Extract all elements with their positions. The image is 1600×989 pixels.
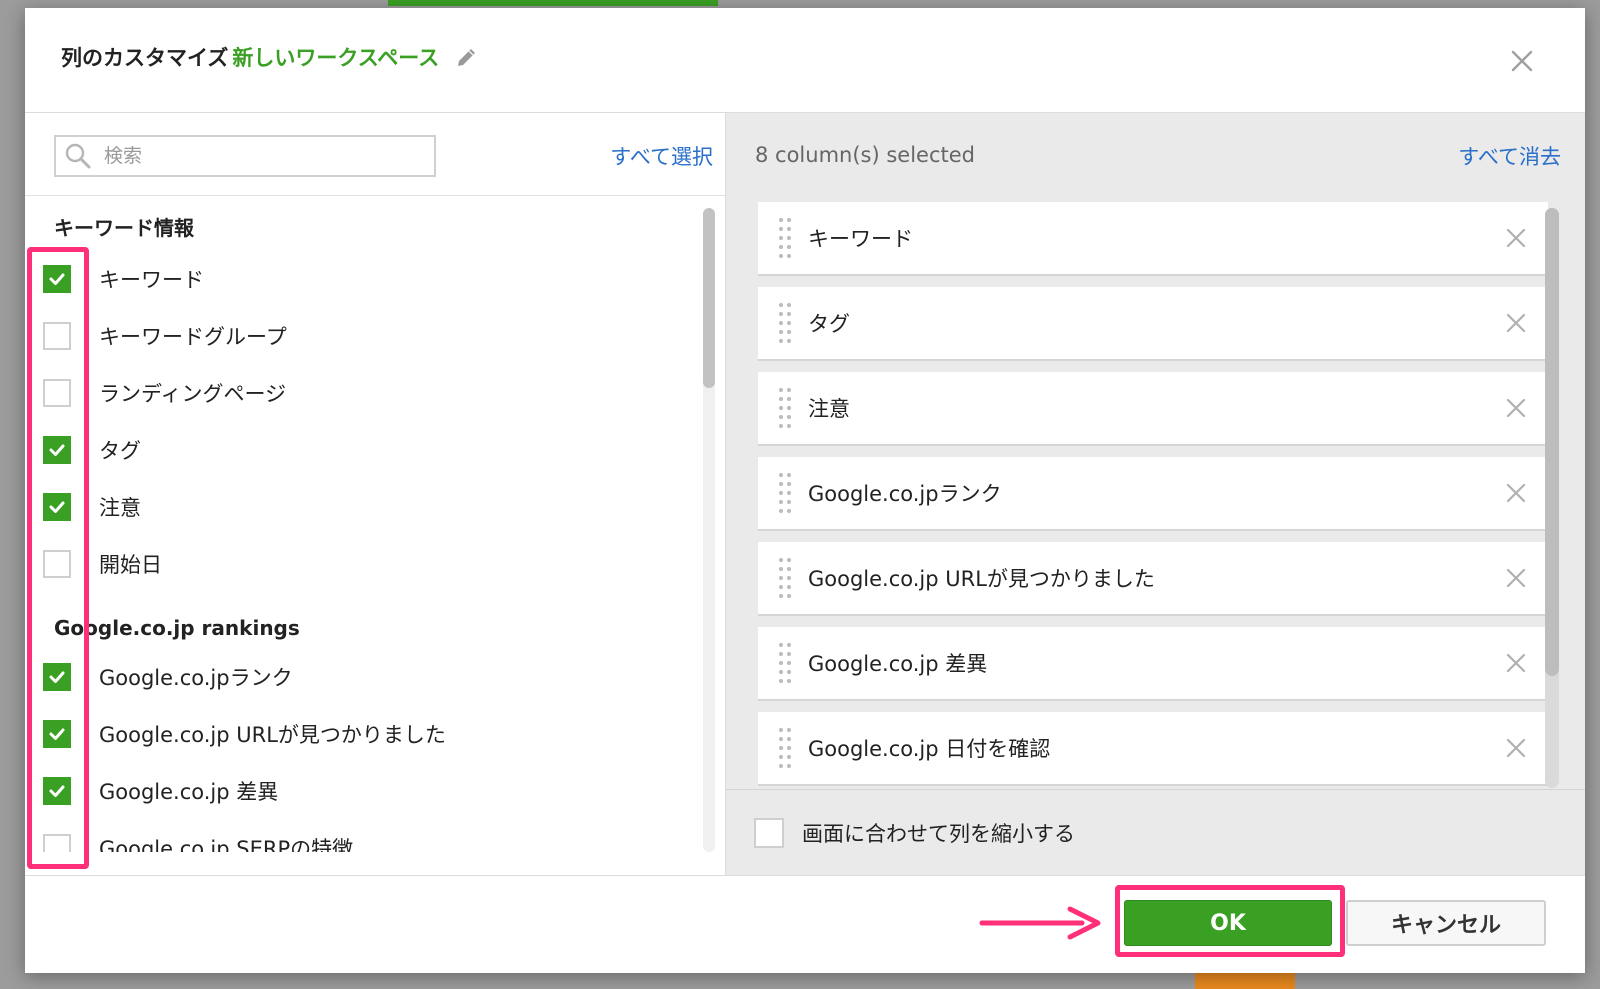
background-active-tab [388, 0, 718, 6]
cancel-button[interactable]: キャンセル [1346, 900, 1546, 946]
selected-column-label: Google.co.jpランク [808, 482, 1002, 506]
group-header: Google.co.jp rankings [54, 616, 300, 640]
column-option[interactable]: タグ [43, 430, 141, 470]
workspace-name[interactable]: 新しいワークスペース [232, 42, 439, 72]
checkbox[interactable] [43, 720, 71, 748]
checkmark-icon [49, 444, 65, 456]
selected-column-item[interactable]: Google.co.jpランク [758, 457, 1548, 529]
checkmark-icon [49, 785, 65, 797]
drag-handle-icon[interactable] [778, 471, 792, 515]
checkmark-icon [49, 671, 65, 683]
drag-handle-icon[interactable] [778, 386, 792, 430]
remove-icon[interactable] [1504, 226, 1528, 250]
remove-icon[interactable] [1504, 736, 1528, 760]
checkbox[interactable] [43, 379, 71, 407]
column-option-label: Google.co.jpランク [99, 666, 293, 690]
select-all-link[interactable]: すべて選択 [610, 141, 713, 171]
pencil-icon[interactable] [455, 45, 479, 69]
column-option-label: ランディングページ [99, 382, 287, 406]
selected-column-item[interactable]: Google.co.jp 日付を確認 [758, 712, 1548, 784]
dialog-header: 列のカスタマイズ 新しいワークスペース [25, 8, 1585, 113]
selected-column-item[interactable]: 注意 [758, 372, 1548, 444]
column-option-label: Google.co.jp 差異 [99, 780, 279, 804]
selected-column-item[interactable]: タグ [758, 287, 1548, 359]
checkbox[interactable] [43, 550, 71, 578]
column-option[interactable]: Google.co.jp SERPの特徴 [43, 828, 353, 852]
search-box[interactable] [54, 135, 436, 177]
selected-columns-panel: 8 column(s) selected すべて消去 キーワード タグ 注意 G… [726, 113, 1585, 876]
drag-handle-icon[interactable] [778, 216, 792, 260]
selected-column-label: 注意 [808, 397, 850, 421]
column-option[interactable]: 開始日 [43, 544, 162, 584]
remove-icon[interactable] [1504, 566, 1528, 590]
selected-column-label: キーワード [808, 227, 913, 251]
dialog-title-prefix: 列のカスタマイズ [61, 46, 229, 70]
left-toolbar: すべて選択 [25, 113, 725, 196]
checkmark-icon [49, 501, 65, 513]
checkbox[interactable] [43, 265, 71, 293]
checkbox[interactable] [43, 436, 71, 464]
right-scrollbar-thumb[interactable] [1545, 208, 1559, 676]
checkmark-icon [49, 273, 65, 285]
column-option[interactable]: Google.co.jpランク [43, 657, 293, 697]
shrink-to-fit-option[interactable]: 画面に合わせて列を縮小する [726, 789, 1585, 876]
close-icon[interactable] [1509, 48, 1535, 74]
checkbox[interactable] [43, 663, 71, 691]
column-option-label: 注意 [99, 496, 141, 520]
available-columns-list: キーワード情報 キーワード キーワードグループ ランディングページ タグ 注意 … [25, 196, 725, 852]
selected-column-label: タグ [808, 312, 850, 336]
search-input[interactable] [102, 144, 406, 168]
column-option-label: Google.co.jp URLが見つかりました [99, 723, 446, 747]
drag-handle-icon[interactable] [778, 301, 792, 345]
column-option-label: タグ [99, 439, 141, 463]
column-option[interactable]: Google.co.jp URLが見つかりました [43, 714, 446, 754]
checkbox[interactable] [43, 777, 71, 805]
drag-handle-icon[interactable] [778, 726, 792, 770]
remove-icon[interactable] [1504, 651, 1528, 675]
column-option-label: 開始日 [99, 553, 162, 577]
column-option[interactable]: 注意 [43, 487, 141, 527]
right-scrollbar[interactable] [1545, 208, 1559, 788]
ok-button[interactable]: OK [1124, 900, 1332, 946]
selected-count: 8 column(s) selected [755, 143, 975, 167]
selected-column-label: Google.co.jp 日付を確認 [808, 737, 1051, 761]
column-option-label: キーワード [99, 268, 204, 292]
left-scrollbar[interactable] [703, 208, 715, 852]
customize-columns-dialog: 列のカスタマイズ 新しいワークスペース すべて選択 キーワード情報 [25, 8, 1585, 973]
shrink-to-fit-checkbox[interactable] [754, 818, 784, 848]
dialog-title: 列のカスタマイズ 新しいワークスペース [61, 42, 479, 72]
dialog-footer: OK キャンセル [25, 875, 1585, 973]
selected-column-item[interactable]: Google.co.jp URLが見つかりました [758, 542, 1548, 614]
column-option[interactable]: ランディングページ [43, 373, 286, 413]
checkbox[interactable] [43, 322, 71, 350]
column-option-label: Google.co.jp SERPの特徴 [99, 837, 354, 852]
selected-column-item[interactable]: Google.co.jp 差異 [758, 627, 1548, 699]
drag-handle-icon[interactable] [778, 556, 792, 600]
group-header: キーワード情報 [54, 216, 194, 240]
column-option-label: キーワードグループ [99, 325, 287, 349]
drag-handle-icon[interactable] [778, 641, 792, 685]
checkmark-icon [49, 728, 65, 740]
remove-icon[interactable] [1504, 311, 1528, 335]
selected-columns-list: キーワード タグ 注意 Google.co.jpランク Google.co.jp… [726, 196, 1585, 788]
column-option[interactable]: Google.co.jp 差異 [43, 771, 278, 811]
background-orange-element [1195, 972, 1295, 989]
selected-column-label: Google.co.jp URLが見つかりました [808, 567, 1155, 591]
selected-column-item[interactable]: キーワード [758, 202, 1548, 274]
checkbox[interactable] [43, 834, 71, 852]
column-option[interactable]: キーワード [43, 259, 204, 299]
remove-icon[interactable] [1504, 396, 1528, 420]
clear-all-link[interactable]: すべて消去 [1458, 141, 1561, 171]
column-option[interactable]: キーワードグループ [43, 316, 287, 356]
selected-column-label: Google.co.jp 差異 [808, 652, 988, 676]
shrink-to-fit-label: 画面に合わせて列を縮小する [802, 822, 1075, 846]
remove-icon[interactable] [1504, 481, 1528, 505]
checkbox[interactable] [43, 493, 71, 521]
available-columns-panel: すべて選択 キーワード情報 キーワード キーワードグループ ランディングページ [25, 113, 726, 875]
search-icon [65, 143, 91, 169]
left-scrollbar-thumb[interactable] [703, 208, 715, 388]
